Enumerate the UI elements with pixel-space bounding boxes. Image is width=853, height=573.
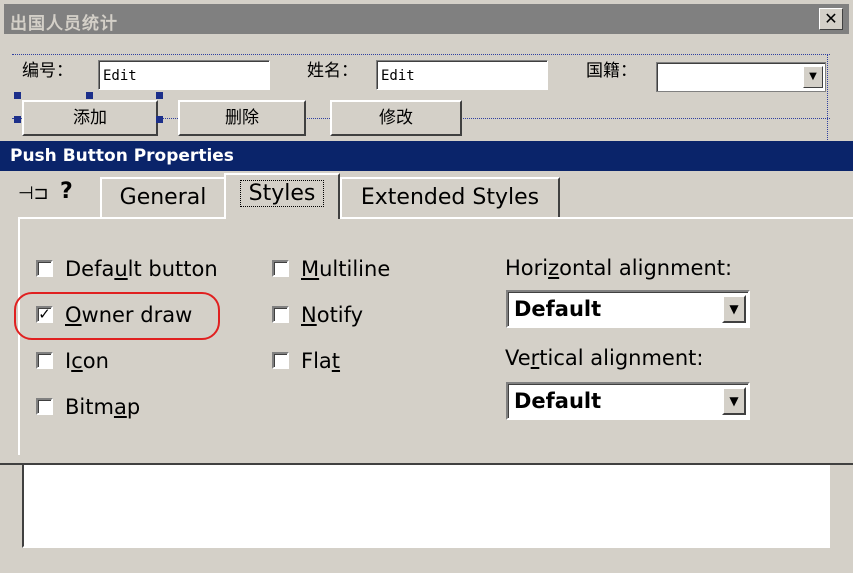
- close-button[interactable]: ✕: [819, 8, 843, 30]
- background-titlebar: 出国人员统计 ✕: [4, 4, 849, 34]
- records-listbox[interactable]: [22, 460, 830, 548]
- layout-guide: [827, 54, 828, 144]
- number-label: 编号：: [22, 61, 73, 81]
- tab-extended-styles-label: Extended Styles: [360, 185, 540, 210]
- delete-button[interactable]: 删除: [178, 100, 306, 136]
- checkbox-box[interactable]: [36, 351, 53, 369]
- flat-checkbox[interactable]: Flat: [272, 348, 340, 374]
- nationality-label: 国籍：: [586, 61, 637, 81]
- properties-title: Push Button Properties: [10, 146, 234, 166]
- horizontal-alignment-label: Horizontal alignment:: [505, 256, 732, 280]
- label-part: on: [82, 349, 109, 373]
- multiline-label: Multiline: [301, 257, 390, 281]
- name-edit[interactable]: Edit: [376, 60, 548, 90]
- label-part: Bitm: [65, 395, 114, 419]
- notify-checkbox[interactable]: Notify: [272, 302, 363, 328]
- checkbox-box[interactable]: [272, 305, 289, 323]
- label-part: Defa: [65, 257, 115, 281]
- tab-styles-label: Styles: [239, 180, 325, 207]
- label-part: Fla: [301, 349, 332, 373]
- tab-styles[interactable]: Styles: [224, 173, 340, 219]
- layout-guide: [12, 54, 830, 55]
- tab-general[interactable]: General: [100, 177, 226, 217]
- vertical-alignment-value: Default: [514, 389, 602, 413]
- pin-icon[interactable]: ⊣⊐: [18, 183, 49, 204]
- owner-draw-highlight-annotation: [14, 292, 220, 340]
- checkbox-box[interactable]: [36, 259, 53, 277]
- resize-handle[interactable]: [86, 92, 93, 99]
- help-icon[interactable]: ?: [60, 179, 73, 204]
- label-mnemonic: a: [113, 395, 127, 419]
- label-part: otify: [316, 303, 364, 327]
- resize-handle[interactable]: [14, 116, 21, 123]
- label-part: ultiline: [319, 257, 391, 281]
- bitmap-label: Bitmap: [65, 395, 140, 419]
- label-part: Hori: [505, 256, 549, 280]
- chevron-down-icon[interactable]: ▼: [803, 66, 823, 88]
- label-mnemonic: N: [301, 303, 317, 327]
- label-mnemonic: M: [301, 257, 320, 281]
- label-mnemonic: t: [331, 349, 341, 373]
- label-part: ontal alignment:: [559, 256, 733, 280]
- multiline-checkbox[interactable]: Multiline: [272, 256, 390, 282]
- icon-label: Icon: [65, 349, 109, 373]
- chevron-down-icon[interactable]: ▼: [722, 387, 746, 415]
- resize-handle[interactable]: [156, 116, 163, 123]
- number-edit[interactable]: Edit: [98, 60, 270, 90]
- label-mnemonic: z: [548, 256, 560, 280]
- checkbox-box[interactable]: [272, 259, 289, 277]
- label-mnemonic: c: [71, 349, 83, 373]
- resize-handle[interactable]: [14, 92, 21, 99]
- nationality-combo[interactable]: ▼: [656, 62, 826, 92]
- tab-extended-styles[interactable]: Extended Styles: [340, 177, 560, 217]
- label-part: p: [126, 395, 141, 419]
- vertical-alignment-select[interactable]: Default ▼: [506, 382, 750, 420]
- default-button-label: Default button: [65, 257, 218, 281]
- resize-handle[interactable]: [156, 92, 163, 99]
- label-part: Ve: [505, 346, 531, 370]
- flat-label: Flat: [301, 349, 340, 373]
- vertical-alignment-label: Vertical alignment:: [505, 346, 703, 370]
- icon-checkbox[interactable]: Icon: [36, 348, 109, 374]
- background-title: 出国人员统计: [10, 14, 118, 34]
- horizontal-alignment-value: Default: [514, 297, 602, 321]
- label-part: tical alignment:: [539, 346, 704, 370]
- label-mnemonic: u: [114, 257, 128, 281]
- checkbox-box[interactable]: [272, 351, 289, 369]
- horizontal-alignment-select[interactable]: Default ▼: [506, 290, 750, 328]
- tab-general-label: General: [119, 185, 207, 210]
- modify-button[interactable]: 修改: [330, 100, 462, 136]
- checkbox-box[interactable]: [36, 397, 53, 415]
- label-mnemonic: r: [530, 346, 540, 370]
- name-label: 姓名：: [307, 61, 358, 81]
- label-part: lt button: [127, 257, 218, 281]
- properties-titlebar[interactable]: Push Button Properties: [0, 141, 853, 171]
- add-button[interactable]: 添加: [22, 100, 158, 136]
- bitmap-checkbox[interactable]: Bitmap: [36, 394, 140, 420]
- notify-label: Notify: [301, 303, 363, 327]
- chevron-down-icon[interactable]: ▼: [722, 295, 746, 323]
- default-button-checkbox[interactable]: Default button: [36, 256, 218, 282]
